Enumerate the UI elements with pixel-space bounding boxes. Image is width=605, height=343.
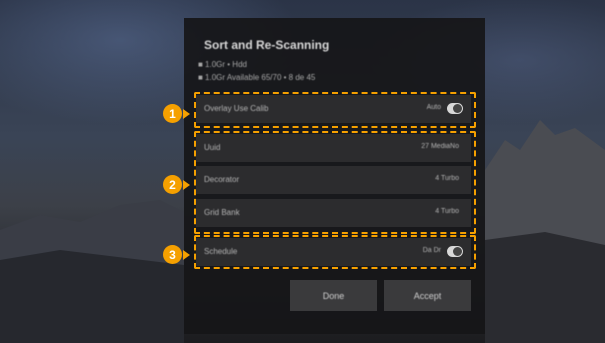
callout-badge-2: 2: [163, 175, 182, 194]
dialog-info-line-2: ■ 1.0Gr Available 65/70 • 8 de 45: [198, 73, 316, 82]
highlight-box-3: [194, 235, 476, 269]
dialog-info-line-1: ■ 1.0Gr • Hdd: [198, 60, 247, 69]
accept-button-label: Accept: [413, 290, 442, 301]
callout-arrow-1: [183, 109, 190, 119]
accept-button[interactable]: Accept: [384, 280, 471, 311]
callout-badge-1: 1: [163, 104, 182, 123]
callout-arrow-2: [183, 180, 190, 190]
callout-arrow-3: [183, 250, 190, 260]
done-button[interactable]: Done: [290, 280, 377, 311]
highlight-box-1: [194, 92, 476, 128]
highlight-box-2: [194, 131, 476, 234]
dialog-title: Sort and Re-Scanning: [204, 38, 330, 52]
done-button-label: Done: [322, 290, 345, 301]
callout-badge-3: 3: [163, 245, 182, 264]
